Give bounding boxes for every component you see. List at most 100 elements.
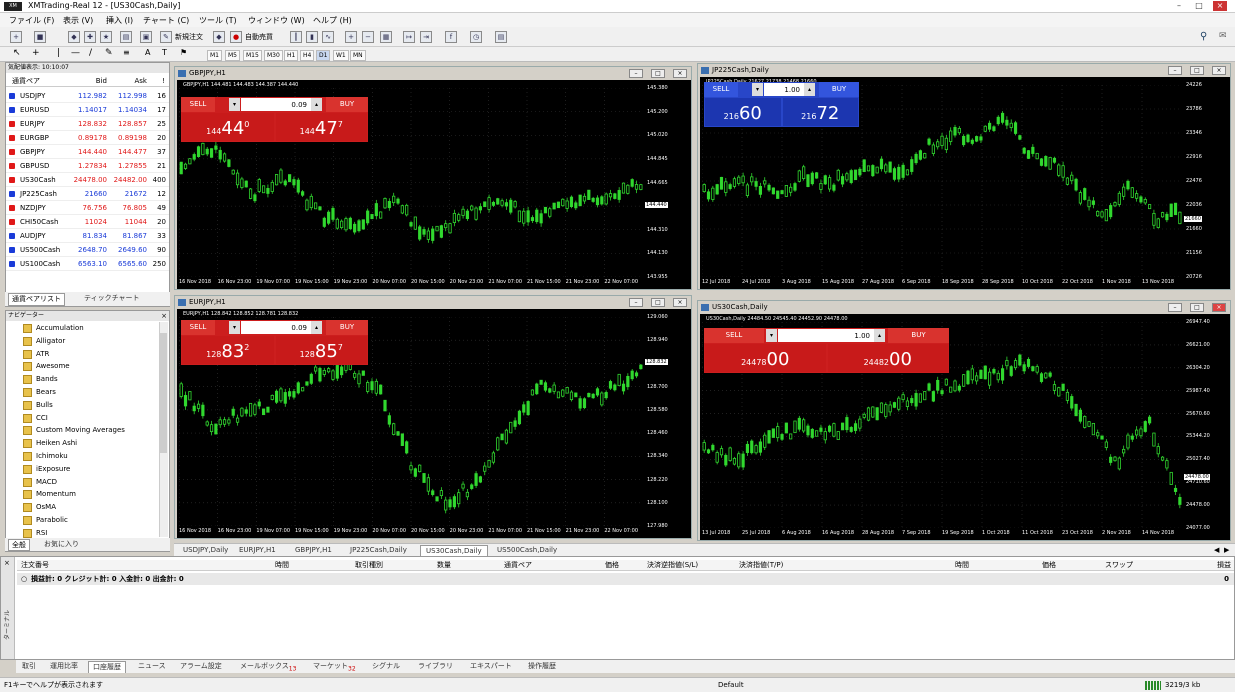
buy-button[interactable]: BUY (326, 320, 368, 335)
tab-news[interactable]: ニュース (134, 661, 170, 672)
navigator-icon[interactable]: ★ (100, 31, 112, 43)
sell-price[interactable]: 128832 (182, 336, 274, 364)
market-row[interactable]: NZDJPY 76.756 76.805 49 (6, 201, 169, 215)
arrows-icon[interactable]: ⚑ (180, 48, 187, 57)
text-label-icon[interactable]: T (162, 48, 167, 57)
menu-view[interactable]: 表示 (V) (63, 15, 93, 26)
terminal-close-icon[interactable]: × (4, 559, 10, 567)
buy-button[interactable]: BUY (819, 82, 859, 97)
sell-button[interactable]: SELL (181, 97, 215, 112)
market-row[interactable]: GBPUSD 1.27834 1.27855 21 (6, 159, 169, 173)
timeframe-mn[interactable]: MN (350, 50, 366, 61)
chart-tab-jp225[interactable]: JP225Cash,Daily (345, 545, 412, 556)
sell-price[interactable]: 144440 (182, 113, 274, 141)
tab-scroll-left-icon[interactable]: ◀ (1214, 546, 1219, 554)
chart-minimize-button[interactable]: – (1168, 66, 1182, 75)
volume-increase-button[interactable]: ▴ (311, 98, 322, 111)
templates-icon[interactable]: ▤ (495, 31, 507, 43)
navigator-indicator[interactable]: Bands (23, 373, 58, 386)
text-icon[interactable]: A (145, 48, 150, 57)
chart-tab-gbpjpy[interactable]: GBPJPY,H1 (290, 545, 337, 556)
market-watch-icon[interactable]: ◆ (68, 31, 80, 43)
tab-mailbox[interactable]: メールボックス13 (236, 661, 300, 674)
navigator-indicator[interactable]: Awesome (23, 360, 70, 373)
chart-minimize-button[interactable]: – (1168, 303, 1182, 312)
cursor-icon[interactable]: ↖ (13, 48, 21, 58)
zoom-out-icon[interactable]: − (362, 31, 374, 43)
chart-close-button[interactable]: × (673, 298, 687, 307)
tab-alerts[interactable]: アラーム設定 (176, 661, 226, 672)
horizontal-line-icon[interactable]: — (71, 48, 80, 58)
channel-icon[interactable]: ✎ (105, 48, 113, 58)
maximize-button[interactable]: □ (1192, 1, 1206, 11)
timeframe-m15[interactable]: M15 (243, 50, 262, 61)
market-row[interactable]: USDJPY 112.982 112.998 16 (6, 89, 169, 103)
chart-canvas[interactable]: EURJPY,H1 128.842 128.852 128.781 128.83… (177, 309, 691, 538)
market-row[interactable]: EURJPY 128.832 128.857 25 (6, 117, 169, 131)
market-row[interactable]: US500Cash 2648.70 2649.60 90 (6, 243, 169, 257)
sell-button[interactable]: SELL (704, 82, 738, 97)
vertical-line-icon[interactable]: | (57, 48, 60, 58)
bar-chart-icon[interactable]: ┃ (290, 31, 302, 43)
buy-price[interactable]: 21672 (782, 98, 858, 126)
navigator-indicator[interactable]: Custom Moving Averages (23, 424, 125, 437)
col-symbol[interactable]: 通貨ペア (12, 75, 40, 87)
chart-maximize-button[interactable]: □ (651, 298, 665, 307)
chart-canvas[interactable]: GBPJPY,H1 144.481 144.483 144.387 144.44… (177, 80, 691, 289)
terminal-col[interactable]: 損益 (1217, 560, 1231, 571)
tab-library[interactable]: ライブラリ (414, 661, 457, 672)
tab-exposure[interactable]: 運用比率 (46, 661, 82, 672)
chart-shift-icon[interactable]: ⇥ (420, 31, 432, 43)
volume-decrease-button[interactable]: ▾ (229, 321, 240, 334)
chart-tab-us500[interactable]: US500Cash,Daily (492, 545, 562, 556)
navigator-indicator[interactable]: CCI (23, 412, 48, 425)
profiles-icon[interactable]: ■ (34, 31, 46, 43)
line-chart-icon[interactable]: ∿ (322, 31, 334, 43)
tab-journal[interactable]: 操作履歴 (524, 661, 560, 672)
chart-window[interactable]: US30Cash,Daily – □ × US30Cash,Daily 24484.50… (697, 300, 1231, 541)
market-row[interactable]: CHI50Cash 11024 11044 20 (6, 215, 169, 229)
terminal-col[interactable]: 通貨ペア (504, 560, 532, 571)
data-window-icon[interactable]: ✚ (84, 31, 96, 43)
chart-tab-eurjpy[interactable]: EURJPY,H1 (234, 545, 281, 556)
chart-maximize-button[interactable]: □ (1190, 303, 1204, 312)
tab-experts[interactable]: エキスパート (466, 661, 516, 672)
navigator-indicator[interactable]: ATR (23, 348, 49, 361)
auto-trading-button[interactable]: 自動売買 (245, 32, 273, 42)
chart-canvas[interactable]: JP225Cash,Daily 21627 21738 21468 216602… (700, 77, 1230, 289)
volume-input[interactable]: 1.00 (778, 329, 874, 342)
terminal-icon[interactable]: ▤ (120, 31, 132, 43)
volume-decrease-button[interactable]: ▾ (229, 98, 240, 111)
tab-general[interactable]: 全般 (8, 539, 30, 551)
market-row[interactable]: JP225Cash 21660 21672 12 (6, 187, 169, 201)
menu-file[interactable]: ファイル (F) (9, 15, 54, 26)
volume-input[interactable]: 1.00 (764, 83, 804, 96)
chart-close-button[interactable]: × (1212, 303, 1226, 312)
minimize-button[interactable]: – (1172, 1, 1186, 11)
terminal-col[interactable]: 数量 (437, 560, 451, 571)
tab-trade[interactable]: 取引 (18, 661, 40, 672)
chart-window[interactable]: JP225Cash,Daily–□×JP225Cash,Daily 21627 … (697, 63, 1231, 290)
sell-button[interactable]: SELL (704, 328, 764, 343)
volume-increase-button[interactable]: ▴ (311, 321, 322, 334)
auto-trading-icon[interactable]: ● (230, 31, 242, 43)
navigator-indicator[interactable]: Bears (23, 386, 56, 399)
navigator-indicator[interactable]: OsMA (23, 501, 56, 514)
timeframe-m5[interactable]: M5 (225, 50, 240, 61)
market-row[interactable]: EURUSD 1.14017 1.14034 17 (6, 103, 169, 117)
col-ask[interactable]: Ask (135, 75, 148, 87)
buy-button[interactable]: BUY (888, 328, 949, 343)
terminal-col[interactable]: 取引種別 (355, 560, 383, 571)
zoom-in-icon[interactable]: + (345, 31, 357, 43)
periods-icon[interactable]: ◷ (470, 31, 482, 43)
tab-signals[interactable]: シグナル (368, 661, 404, 672)
trendline-icon[interactable]: / (89, 48, 92, 58)
timeframe-h1[interactable]: H1 (284, 50, 299, 61)
market-row[interactable]: GBPJPY 144.440 144.477 37 (6, 145, 169, 159)
new-chart-icon[interactable]: + (10, 31, 22, 43)
chart-window[interactable]: GBPJPY,H1– □ × GBPJPY,H1 144.481 144.483 14… (174, 66, 692, 290)
tester-icon[interactable]: ▣ (140, 31, 152, 43)
navigator-indicator[interactable]: Accumulation (23, 322, 84, 335)
market-row[interactable]: US30Cash 24478.00 24482.00 400 (6, 173, 169, 187)
indicators-icon[interactable]: f (445, 31, 457, 43)
